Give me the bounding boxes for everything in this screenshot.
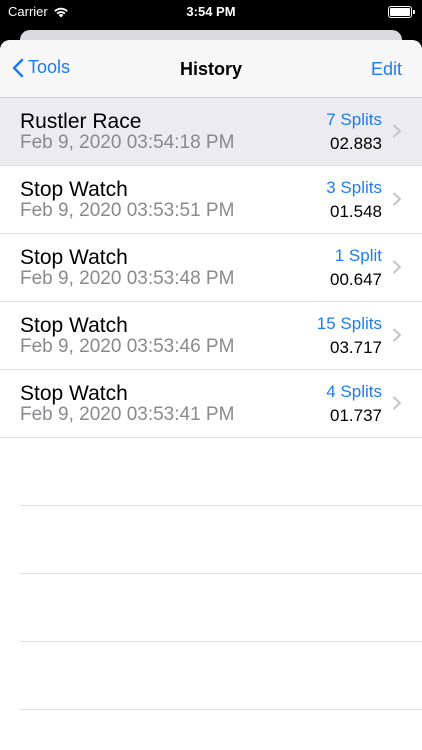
edit-button[interactable]: Edit <box>371 59 402 80</box>
row-date: Feb 9, 2020 03:53:51 PM <box>20 200 235 221</box>
chevron-right-icon <box>393 260 401 274</box>
row-total-time: 01.737 <box>330 406 382 425</box>
row-title: Stop Watch <box>20 382 128 405</box>
row-splits: 7 Splits <box>326 110 382 129</box>
history-row[interactable]: Stop Watch Feb 9, 2020 03:53:46 PM 15 Sp… <box>0 302 422 370</box>
row-title: Stop Watch <box>20 314 128 337</box>
navigation-bar: Tools History Edit <box>0 40 422 98</box>
row-total-time: 01.548 <box>330 202 382 221</box>
status-bar: Carrier 3:54 PM <box>0 0 422 24</box>
battery-icon <box>388 6 415 18</box>
row-date: Feb 9, 2020 03:53:41 PM <box>20 404 235 425</box>
row-splits: 3 Splits <box>326 178 382 197</box>
empty-row <box>20 438 422 506</box>
row-total-time: 00.647 <box>330 270 382 289</box>
row-total-time: 03.717 <box>330 338 382 357</box>
empty-row <box>20 642 422 710</box>
row-splits: 1 Split <box>334 246 382 265</box>
history-list: Rustler Race Feb 9, 2020 03:54:18 PM 7 S… <box>0 98 422 710</box>
history-row[interactable]: Stop Watch Feb 9, 2020 03:53:41 PM 4 Spl… <box>0 370 422 438</box>
history-sheet: Tools History Edit Rustler Race Feb 9, 2… <box>0 40 422 750</box>
page-title: History <box>179 59 242 79</box>
row-total-time: 02.883 <box>330 134 382 153</box>
chevron-right-icon <box>393 192 401 206</box>
status-time: 3:54 PM <box>186 4 236 19</box>
history-row[interactable]: Rustler Race Feb 9, 2020 03:54:18 PM 7 S… <box>0 98 422 166</box>
chevron-right-icon <box>393 328 401 342</box>
row-splits: 4 Splits <box>326 382 382 401</box>
chevron-right-icon <box>393 396 401 410</box>
row-title: Stop Watch <box>20 246 128 269</box>
chevron-right-icon <box>393 124 401 138</box>
history-row[interactable]: Stop Watch Feb 9, 2020 03:53:51 PM 3 Spl… <box>0 166 422 234</box>
row-date: Feb 9, 2020 03:53:48 PM <box>20 268 235 289</box>
row-date: Feb 9, 2020 03:54:18 PM <box>20 132 235 153</box>
row-title: Stop Watch <box>20 178 128 201</box>
row-date: Feb 9, 2020 03:53:46 PM <box>20 336 235 357</box>
row-splits: 15 Splits <box>316 314 382 333</box>
empty-row <box>20 506 422 574</box>
row-title: Rustler Race <box>20 110 142 133</box>
history-row[interactable]: Stop Watch Feb 9, 2020 03:53:48 PM 1 Spl… <box>0 234 422 302</box>
empty-row <box>20 574 422 642</box>
